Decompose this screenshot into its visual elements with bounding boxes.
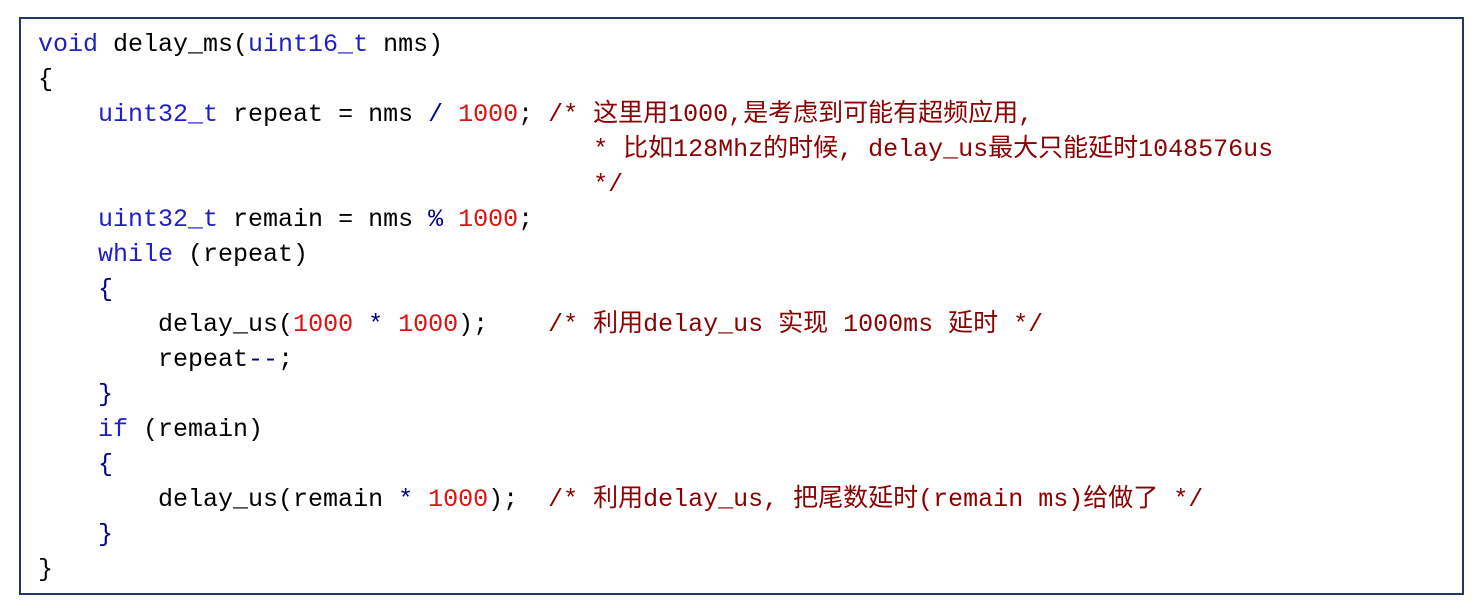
code-text: delay_ms( (98, 30, 249, 59)
code-text: ); (458, 310, 549, 339)
number-literal: 1000 (458, 205, 519, 234)
code-text: (repeat) (173, 240, 309, 269)
code-text: nms) (368, 30, 444, 59)
code-text: repeat (158, 345, 249, 374)
code-text: remain = nms (218, 205, 429, 234)
brace: } (98, 520, 114, 549)
code-line-13: { (38, 447, 1273, 482)
code-listing: void delay_ms(uint16_t nms) { uint32_t re… (38, 27, 1273, 587)
keyword: while (98, 240, 174, 269)
code-line-1: void delay_ms(uint16_t nms) (38, 27, 1273, 62)
brace: } (98, 380, 114, 409)
operator: / (428, 100, 444, 129)
semicolon: ; (278, 345, 294, 374)
code-text: delay_us(remain (158, 485, 399, 514)
code-line-2: { (38, 62, 1273, 97)
comment: * 比如128Mhz的时候, delay_us最大只能延时1048576us (578, 135, 1274, 164)
comment: */ (578, 170, 624, 199)
code-line-9: delay_us(1000 * 1000); /* 利用delay_us 实现 … (38, 307, 1273, 342)
keyword: uint32_t (98, 205, 219, 234)
code-text: delay_us( (158, 310, 294, 339)
keyword: uint32_t (98, 100, 219, 129)
operator: % (428, 205, 444, 234)
code-line-16: } (38, 552, 1273, 587)
semicolon: ; (518, 100, 549, 129)
comment: /* 利用delay_us, 把尾数延时(remain ms)给做了 */ (548, 485, 1204, 514)
code-line-7: while (repeat) (38, 237, 1273, 272)
code-line-5: */ (38, 167, 1273, 202)
code-line-6: uint32_t remain = nms % 1000; (38, 202, 1273, 237)
semicolon: ; (518, 205, 534, 234)
operator: -- (248, 345, 279, 374)
number-literal: 1000 (428, 485, 489, 514)
code-block-frame: void delay_ms(uint16_t nms) { uint32_t re… (19, 17, 1464, 595)
number-literal: 1000 (293, 310, 354, 339)
code-text: ); (488, 485, 549, 514)
brace: { (38, 65, 54, 94)
comment: /* 这里用1000,是考虑到可能有超频应用, (548, 100, 1034, 129)
code-text: (remain) (128, 415, 264, 444)
code-line-8: { (38, 272, 1273, 307)
keyword: if (98, 415, 129, 444)
keyword: uint16_t (248, 30, 369, 59)
comment: /* 利用delay_us 实现 1000ms 延时 */ (548, 310, 1044, 339)
number-literal: 1000 (458, 100, 519, 129)
keyword: void (38, 30, 99, 59)
code-line-15: } (38, 517, 1273, 552)
operator: * (353, 310, 399, 339)
brace: { (98, 450, 114, 479)
brace: } (38, 555, 54, 584)
code-line-14: delay_us(remain * 1000); /* 利用delay_us, … (38, 482, 1273, 517)
code-line-11: } (38, 377, 1273, 412)
brace: { (98, 275, 114, 304)
code-line-12: if (remain) (38, 412, 1273, 447)
code-line-4: * 比如128Mhz的时候, delay_us最大只能延时1048576us (38, 132, 1273, 167)
code-line-3: uint32_t repeat = nms / 1000; /* 这里用1000… (38, 97, 1273, 132)
operator: * (398, 485, 414, 514)
number-literal: 1000 (398, 310, 459, 339)
code-line-10: repeat--; (38, 342, 1273, 377)
code-text: repeat = nms (218, 100, 429, 129)
